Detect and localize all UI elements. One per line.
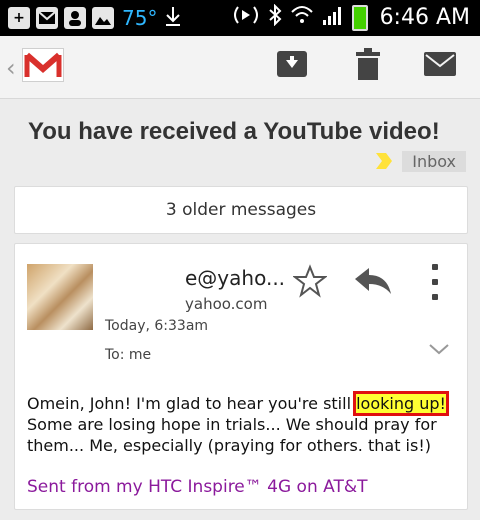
status-time: 6:46 AM bbox=[379, 5, 470, 30]
temperature: 75° bbox=[122, 6, 158, 30]
system-icons: 6:46 AM bbox=[232, 3, 470, 31]
avatar[interactable] bbox=[27, 264, 93, 330]
plus-icon: + bbox=[8, 7, 30, 29]
image-icon bbox=[92, 7, 114, 29]
inbox-label: Inbox bbox=[402, 150, 466, 172]
mark-unread-icon bbox=[424, 52, 456, 80]
expand-details-button[interactable] bbox=[427, 341, 451, 355]
recipient-line: To: me bbox=[105, 347, 152, 363]
overflow-dot-icon bbox=[432, 264, 438, 270]
chevron-down-icon bbox=[427, 341, 451, 360]
download-icon bbox=[163, 5, 183, 31]
highlighted-text: looking up! bbox=[353, 391, 449, 416]
conversation-subject: You have received a YouTube video! bbox=[28, 118, 440, 145]
archive-icon bbox=[276, 50, 308, 82]
star-button[interactable] bbox=[292, 264, 328, 298]
star-icon bbox=[292, 264, 328, 302]
older-messages-button[interactable]: 3 older messages bbox=[14, 186, 468, 234]
body-text-start: Omein, John! I'm glad to hear you're sti… bbox=[27, 394, 357, 413]
action-bar: ‹ bbox=[0, 36, 480, 99]
message-card: e@yaho... yahoo.com Today, 6:33am To: me… bbox=[14, 243, 468, 510]
mail-icon bbox=[36, 7, 58, 29]
overflow-dot-icon bbox=[432, 279, 438, 285]
wifi-icon bbox=[290, 4, 314, 31]
label-tag[interactable]: Inbox bbox=[374, 150, 466, 172]
message-signature: Sent from my HTC Inspire™ 4G on AT&T bbox=[27, 477, 368, 497]
body-text-end: Some are losing hope in trials... We sho… bbox=[27, 415, 437, 455]
archive-button[interactable] bbox=[274, 50, 310, 82]
reply-icon bbox=[353, 268, 393, 300]
overflow-menu-button[interactable] bbox=[425, 264, 445, 300]
reply-button[interactable] bbox=[353, 266, 393, 296]
mark-unread-button[interactable] bbox=[422, 50, 458, 82]
sender-email: yahoo.com bbox=[185, 295, 268, 313]
overflow-dot-icon bbox=[432, 294, 438, 300]
notification-icons: + 75° bbox=[8, 5, 183, 31]
bluetooth-icon bbox=[268, 3, 282, 31]
trash-icon bbox=[356, 48, 380, 84]
signal-icon bbox=[322, 4, 344, 31]
delete-button[interactable] bbox=[350, 48, 386, 84]
battery-icon bbox=[351, 4, 368, 31]
gmail-logo-icon[interactable] bbox=[22, 48, 64, 82]
message-date: Today, 6:33am bbox=[105, 318, 209, 334]
status-bar: + 75° 6:46 AM bbox=[0, 0, 480, 36]
account-icon bbox=[64, 7, 86, 29]
back-chevron-icon[interactable]: ‹ bbox=[6, 54, 16, 82]
nfc-icon bbox=[232, 5, 260, 30]
label-color-icon bbox=[374, 151, 394, 171]
sender-name[interactable]: e@yaho... bbox=[185, 266, 285, 290]
message-body: Omein, John! I'm glad to hear you're sti… bbox=[27, 391, 467, 456]
